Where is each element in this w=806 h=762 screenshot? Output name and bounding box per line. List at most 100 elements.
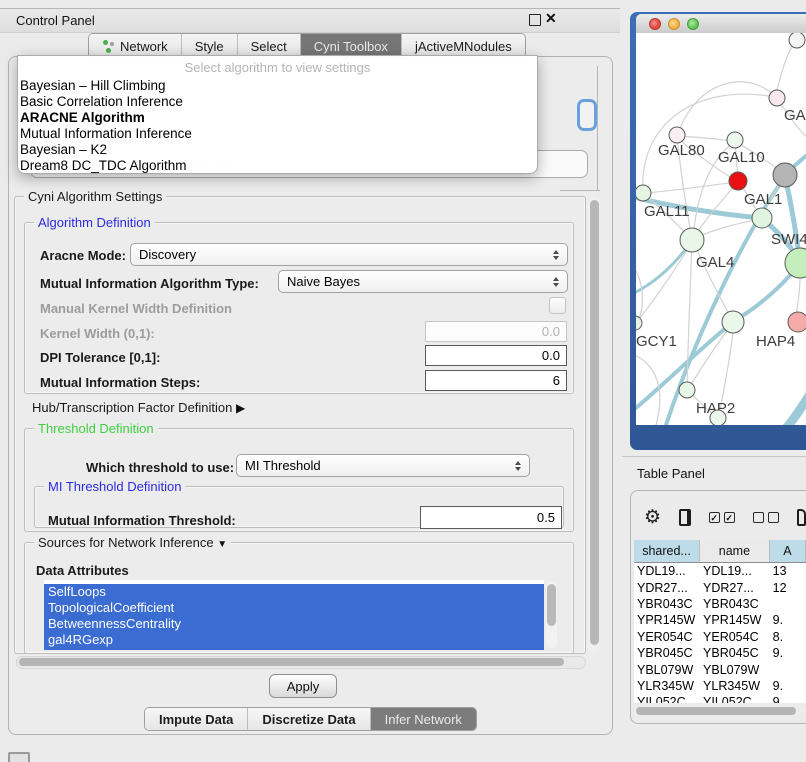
gear-icon[interactable]: ⚙ — [644, 508, 661, 527]
mi-threshold-definition-title: MI Threshold Definition — [44, 479, 185, 494]
algorithm-option[interactable]: Mutual Information Inference — [18, 126, 537, 142]
network-node[interactable] — [773, 163, 797, 187]
table-cell: YER054C — [700, 630, 770, 644]
manual-kernel-checkbox[interactable] — [549, 297, 566, 314]
network-window-titlebar[interactable] — [636, 14, 806, 34]
network-node-gcy1[interactable] — [636, 316, 642, 330]
network-canvas[interactable]: GALGAL80GAL10GAL11GAL1SWI4GAL4GCY1HAP4YH… — [636, 33, 806, 425]
apply-button[interactable]: Apply — [269, 674, 337, 698]
table-cell: YDR27... — [634, 581, 700, 595]
algorithm-option[interactable]: Bayesian – Hill Climbing — [18, 78, 537, 94]
table-cell: YBR045C — [634, 646, 700, 660]
network-node-swi4[interactable] — [785, 248, 806, 278]
table-row[interactable]: YDL19...YDL19...13 — [634, 563, 806, 579]
network-edge — [677, 82, 777, 136]
mi-threshold-field[interactable]: 0.5 — [420, 506, 562, 529]
network-node-gal80[interactable] — [669, 127, 685, 143]
column-layout-icon[interactable] — [679, 509, 691, 526]
bottom-tab-infer-network[interactable]: Infer Network — [371, 708, 476, 730]
network-node[interactable] — [789, 33, 805, 48]
tab-label: jActiveMNodules — [415, 39, 512, 54]
select-all-checkboxes-icon[interactable]: ✓ ✓ — [709, 512, 735, 523]
deselect-all-checkboxes-icon[interactable] — [753, 512, 779, 523]
node-label: GAL11 — [644, 203, 690, 220]
network-node-gal[interactable] — [769, 90, 785, 106]
node-label: GAL — [784, 107, 806, 124]
aracne-mode-combo[interactable]: Discovery — [130, 243, 568, 266]
table-cell: YBL079W — [700, 663, 770, 677]
grid-corner-icon[interactable] — [8, 752, 30, 762]
control-panel-titlebar: Control Panel ✕ — [0, 8, 620, 33]
mi-algorithm-type-label: Mutual Information Algorithm Type: — [40, 276, 259, 291]
table-cell: YIL052C — [700, 695, 770, 703]
float-window-icon[interactable] — [529, 14, 541, 26]
collapse-down-icon[interactable]: ▼ — [217, 539, 227, 550]
network-node-gal1[interactable] — [752, 208, 772, 228]
table-function-icon[interactable] — [797, 509, 806, 526]
focused-combo-endcap[interactable] — [577, 99, 597, 131]
attribute-item[interactable]: SelfLoops — [44, 584, 544, 600]
settings-horizontal-scrollbar[interactable] — [16, 656, 586, 669]
attribute-item[interactable]: TopologicalCoefficient — [44, 600, 544, 616]
cyni-algorithm-settings-title: Cyni Algorithm Settings — [24, 189, 166, 204]
minimize-traffic-light-icon[interactable] — [668, 18, 680, 30]
zoom-traffic-light-icon[interactable] — [687, 18, 699, 30]
unchecked-box-icon — [768, 512, 779, 523]
table-row[interactable]: YPR145WYPR145W9. — [634, 612, 806, 628]
table-row[interactable]: YBR045CYBR045C9. — [634, 645, 806, 661]
network-view-window[interactable]: GALGAL80GAL10GAL11GAL1SWI4GAL4GCY1HAP4YH… — [630, 12, 806, 450]
table-cell: 9. — [770, 646, 806, 660]
which-threshold-combo[interactable]: MI Threshold — [236, 454, 530, 477]
attribute-item[interactable]: gal4RGexp — [44, 632, 544, 648]
table-header-row: shared...nameA — [634, 540, 806, 563]
kernel-width-label: Kernel Width (0,1): — [40, 326, 155, 341]
data-attributes-list[interactable]: SelfLoopsTopologicalCoefficientBetweenne… — [44, 580, 544, 650]
attribute-item[interactable]: BetweennessCentrality — [44, 616, 544, 632]
close-traffic-light-icon[interactable] — [649, 18, 661, 30]
node-label: HAP4 — [756, 333, 795, 350]
algorithm-option[interactable]: Dream8 DC_TDC Algorithm — [18, 158, 537, 174]
mi-steps-field[interactable]: 6 — [425, 370, 567, 391]
table-row[interactable]: YER054CYER054C8. — [634, 629, 806, 645]
bottom-tab-impute-data[interactable]: Impute Data — [145, 708, 248, 730]
which-threshold-value: MI Threshold — [245, 458, 321, 473]
network-node-gal10[interactable] — [727, 132, 743, 148]
column-header[interactable]: A — [770, 540, 806, 562]
kernel-width-field[interactable]: 0.0 — [425, 321, 567, 342]
table-row[interactable]: YIL052CYIL052C9 — [634, 694, 806, 703]
covered-groupbox-edge-bottom — [560, 190, 600, 191]
table-row[interactable]: YLR345WYLR345W9. — [634, 678, 806, 694]
table-cell: YDL19... — [634, 564, 700, 578]
which-threshold-label: Which threshold to use: — [86, 460, 234, 475]
network-node-gal4[interactable] — [680, 228, 704, 252]
network-edge — [796, 277, 800, 315]
column-header[interactable]: name — [700, 540, 770, 562]
algorithm-option[interactable]: ARACNE Algorithm — [18, 110, 537, 126]
network-node-y[interactable] — [788, 312, 806, 332]
expand-right-icon[interactable]: ▶ — [236, 401, 245, 415]
dpi-tolerance-field[interactable]: 0.0 — [425, 345, 567, 366]
manual-kernel-label: Manual Kernel Width Definition — [40, 301, 232, 316]
table-cell: 9. — [770, 679, 806, 693]
table-horizontal-scrollbar[interactable] — [634, 706, 806, 716]
network-node[interactable] — [729, 172, 747, 190]
bottom-tab-discretize-data[interactable]: Discretize Data — [248, 708, 370, 730]
network-node[interactable] — [710, 410, 726, 425]
table-row[interactable]: YBR043CYBR043C — [634, 596, 806, 612]
algorithm-option[interactable]: Basic Correlation Inference — [18, 94, 537, 110]
table-row[interactable]: YDR27...YDR27...12 — [634, 579, 806, 595]
network-node-hap2[interactable] — [679, 382, 695, 398]
hub-section-label[interactable]: Hub/Transcription Factor Definition ▶ — [32, 400, 245, 415]
close-panel-icon[interactable]: ✕ — [545, 10, 557, 27]
network-node-hap4[interactable] — [722, 311, 744, 333]
algorithm-option[interactable]: Bayesian – K2 — [18, 142, 537, 158]
attributes-list-scrollbar[interactable] — [546, 582, 557, 648]
covered-groupbox-edge — [597, 66, 598, 190]
column-header[interactable]: shared... — [634, 540, 700, 562]
network-node-gal11[interactable] — [636, 185, 651, 201]
table-row[interactable]: YBL079WYBL079W — [634, 661, 806, 677]
node-attribute-table: shared...nameA YDL19...YDL19...13YDR27..… — [634, 540, 806, 703]
mi-algorithm-type-combo[interactable]: Naive Bayes — [278, 270, 568, 293]
network-edge — [784, 391, 806, 425]
settings-vertical-scrollbar[interactable] — [588, 197, 600, 653]
